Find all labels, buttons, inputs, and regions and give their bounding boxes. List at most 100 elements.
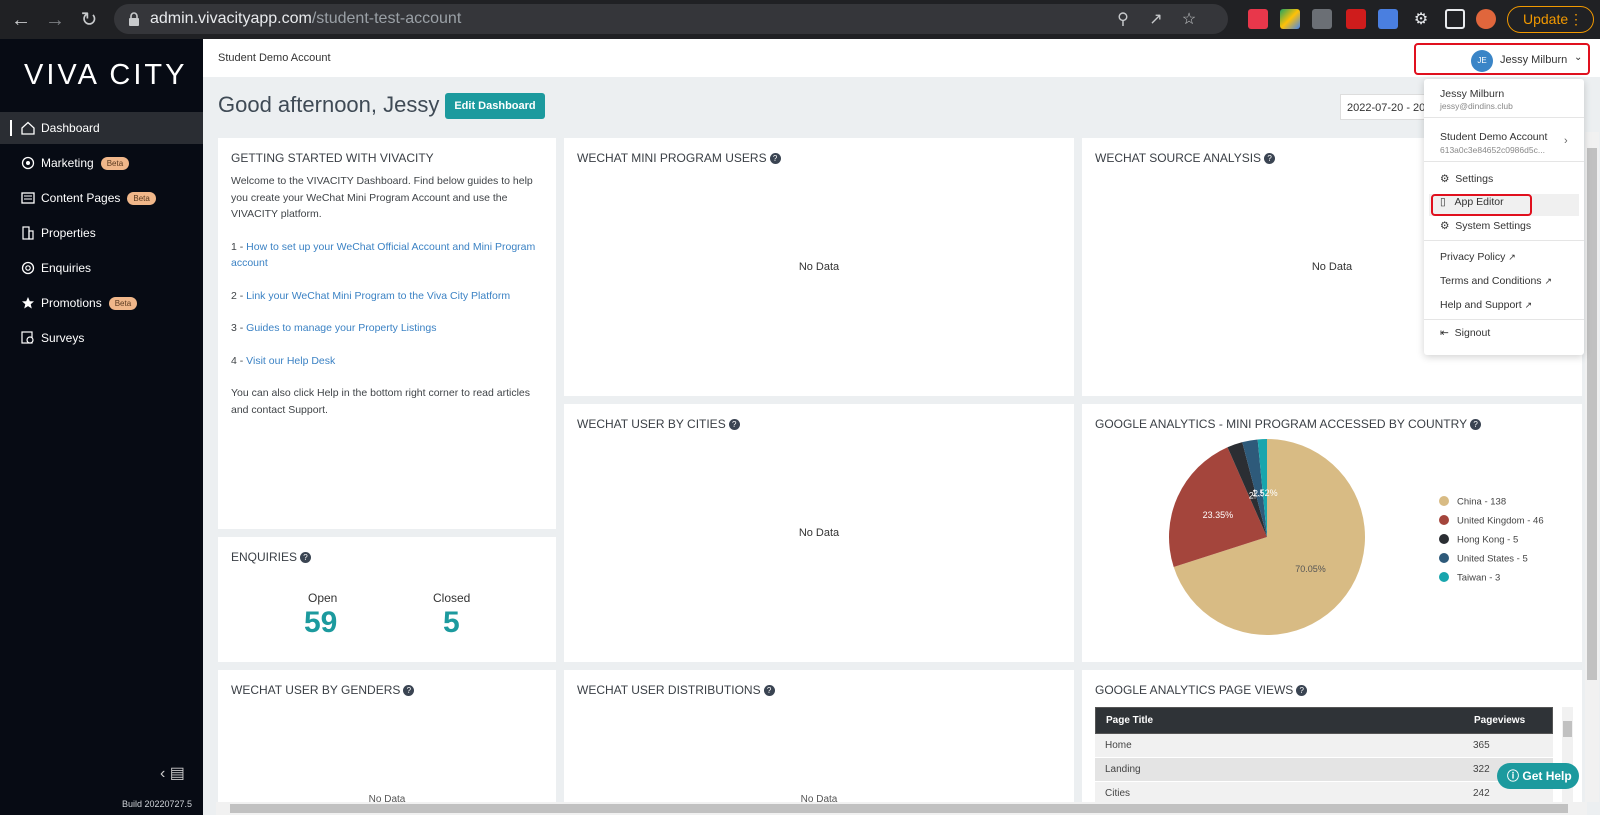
- wechat-users-card: WECHAT MINI PROGRAM USERS? No Data: [564, 138, 1074, 396]
- legend-marker[interactable]: [1439, 534, 1449, 544]
- reload-icon[interactable]: ↻: [76, 7, 102, 33]
- survey-icon: [21, 331, 34, 344]
- sidebar-item-label: Properties: [41, 226, 96, 240]
- pdf-extension-icon[interactable]: [1346, 9, 1366, 29]
- pageviews-cell: 365: [1473, 740, 1490, 751]
- column-header-pageviews[interactable]: Pageviews: [1474, 715, 1525, 726]
- user-menu-button[interactable]: JE Jessy Milburn ⌄: [1414, 43, 1590, 75]
- help-icon[interactable]: ?: [1264, 153, 1276, 165]
- country-pie-chart: 70.05% China - 138 23.35% United Kingdom - …: [1169, 439, 1544, 635]
- megaphone-icon: [21, 156, 35, 170]
- edit-dashboard-button[interactable]: Edit Dashboard: [445, 93, 545, 119]
- pie-slice-label: 23.35%: [1203, 510, 1234, 520]
- dropdown-system-settings[interactable]: ⚙ System Settings: [1440, 220, 1531, 232]
- drive-extension-icon[interactable]: [1280, 9, 1300, 29]
- more-menu-icon[interactable]: ⋮: [1569, 7, 1583, 32]
- avatar: JE: [1471, 50, 1493, 72]
- zoom-icon[interactable]: ⚲: [1114, 11, 1132, 29]
- sidebar-item-dashboard[interactable]: Dashboard: [0, 112, 203, 144]
- dropdown-terms[interactable]: Terms and Conditions ↗: [1440, 275, 1552, 287]
- help-icon[interactable]: ?: [300, 552, 312, 564]
- dropdown-account-id: 613a0c3e84652c0986d5c...: [1440, 145, 1545, 155]
- gear-icon: ⚙: [1440, 173, 1450, 185]
- vertical-scroll-thumb[interactable]: [1587, 148, 1597, 680]
- home-icon: [21, 121, 35, 135]
- sidebar-item-promotions[interactable]: Promotions Beta: [0, 287, 203, 319]
- dropdown-account-name[interactable]: Student Demo Account: [1440, 131, 1547, 143]
- puzzle-extensions-icon[interactable]: ⚙: [1411, 9, 1431, 29]
- table-scroll-thumb[interactable]: [1563, 721, 1572, 737]
- help-icon[interactable]: ?: [1296, 685, 1308, 697]
- guide-text: Welcome to the VIVACITY Dashboard. Find …: [231, 173, 541, 434]
- column-header-page-title[interactable]: Page Title: [1096, 715, 1474, 726]
- guide-item: 4 - Visit our Help Desk: [231, 353, 541, 370]
- card-title: WECHAT MINI PROGRAM USERS?: [577, 151, 781, 165]
- guide-intro: Welcome to the VIVACITY Dashboard. Find …: [231, 175, 533, 220]
- legend-label[interactable]: Hong Kong - 5: [1457, 535, 1518, 546]
- sidepanel-icon[interactable]: [1445, 9, 1465, 29]
- bookmark-star-icon[interactable]: ☆: [1180, 11, 1198, 29]
- translate-extension-icon[interactable]: [1378, 9, 1398, 29]
- beta-badge: Beta: [108, 296, 138, 310]
- dropdown-settings[interactable]: ⚙ Settings: [1440, 173, 1493, 185]
- collapse-sidebar-icon[interactable]: ‹ ▤: [160, 763, 185, 783]
- get-help-button[interactable]: ⓘ Get Help: [1497, 763, 1579, 789]
- legend-label[interactable]: United Kingdom - 46: [1457, 516, 1544, 527]
- horizontal-scroll-thumb[interactable]: [230, 804, 1568, 813]
- guide-number: 3 -: [231, 322, 247, 334]
- help-label: Help and Support: [1440, 299, 1522, 311]
- app-logo[interactable]: VIVA CITY: [24, 59, 187, 92]
- help-icon[interactable]: ?: [769, 153, 781, 165]
- guide-link-setup[interactable]: How to set up your WeChat Official Accou…: [231, 241, 535, 270]
- divider: [1424, 240, 1584, 241]
- legend-marker[interactable]: [1439, 496, 1449, 506]
- external-link-icon: ↗: [1544, 276, 1553, 286]
- dropdown-signout[interactable]: ⇤ Signout: [1440, 327, 1490, 339]
- chevron-right-icon[interactable]: ›: [1564, 135, 1568, 147]
- sidebar-item-surveys[interactable]: Surveys: [0, 322, 203, 354]
- sidebar-item-properties[interactable]: Properties: [0, 217, 203, 249]
- help-icon[interactable]: ?: [403, 685, 415, 697]
- open-label: Open: [308, 591, 338, 605]
- address-bar[interactable]: admin.vivacityapp.com/student-test-accou…: [114, 4, 1228, 34]
- share-icon[interactable]: ↗: [1147, 11, 1165, 29]
- dropdown-help-support[interactable]: Help and Support ↗: [1440, 299, 1532, 311]
- sidebar-item-marketing[interactable]: Marketing Beta: [0, 147, 203, 179]
- card-title-text: GOOGLE ANALYTICS - MINI PROGRAM ACCESSED…: [1095, 417, 1468, 431]
- closed-count[interactable]: 5: [443, 606, 460, 640]
- build-version: Build 20220727.5: [122, 799, 193, 809]
- pageviews-cell: 322: [1473, 764, 1490, 775]
- open-count[interactable]: 59: [304, 606, 337, 640]
- legend-marker[interactable]: [1439, 572, 1449, 582]
- legend-label[interactable]: United States - 5: [1457, 554, 1528, 565]
- ga-country-card: GOOGLE ANALYTICS - MINI PROGRAM ACCESSED…: [1082, 404, 1582, 662]
- legend-marker[interactable]: [1439, 515, 1449, 525]
- pocket-extension-icon[interactable]: [1248, 9, 1268, 29]
- divider: [1424, 319, 1584, 320]
- guide-link-link-mini-program[interactable]: Link your WeChat Mini Program to the Viv…: [246, 290, 510, 302]
- sidebar-item-content-pages[interactable]: Content Pages Beta: [0, 182, 203, 214]
- help-icon[interactable]: ?: [763, 685, 775, 697]
- card-title-text: WECHAT USER BY GENDERS: [231, 683, 401, 697]
- forward-icon[interactable]: →: [42, 7, 68, 33]
- help-icon[interactable]: ?: [1470, 419, 1482, 431]
- user-name: Jessy Milburn: [1500, 54, 1568, 66]
- system-settings-label: System Settings: [1455, 220, 1532, 232]
- guide-link-property-listings[interactable]: Guides to manage your Property Listings: [246, 322, 436, 334]
- sidebar-item-enquiries[interactable]: Enquiries: [0, 252, 203, 284]
- sidebar-item-label: Surveys: [41, 331, 85, 345]
- legend-label[interactable]: Taiwan - 3: [1457, 573, 1500, 584]
- dropdown-privacy-policy[interactable]: Privacy Policy ↗: [1440, 251, 1516, 263]
- pageviews-table: Page Title Pageviews Home 365 Landing 322 …: [1095, 707, 1553, 802]
- legend-label[interactable]: China - 138: [1457, 497, 1506, 508]
- hubspot-extension-icon[interactable]: [1312, 9, 1332, 29]
- help-icon[interactable]: ?: [728, 419, 740, 431]
- profile-avatar-icon[interactable]: [1476, 9, 1496, 29]
- update-button[interactable]: Update ⋮: [1507, 6, 1594, 33]
- guide-link-help-desk[interactable]: Visit our Help Desk: [246, 355, 335, 367]
- guide-number: 1 -: [231, 240, 247, 253]
- card-title-text: GOOGLE ANALYTICS PAGE VIEWS: [1095, 683, 1294, 697]
- back-icon[interactable]: ←: [8, 7, 34, 33]
- card-title-text: WECHAT USER BY CITIES: [577, 417, 726, 431]
- legend-marker[interactable]: [1439, 553, 1449, 563]
